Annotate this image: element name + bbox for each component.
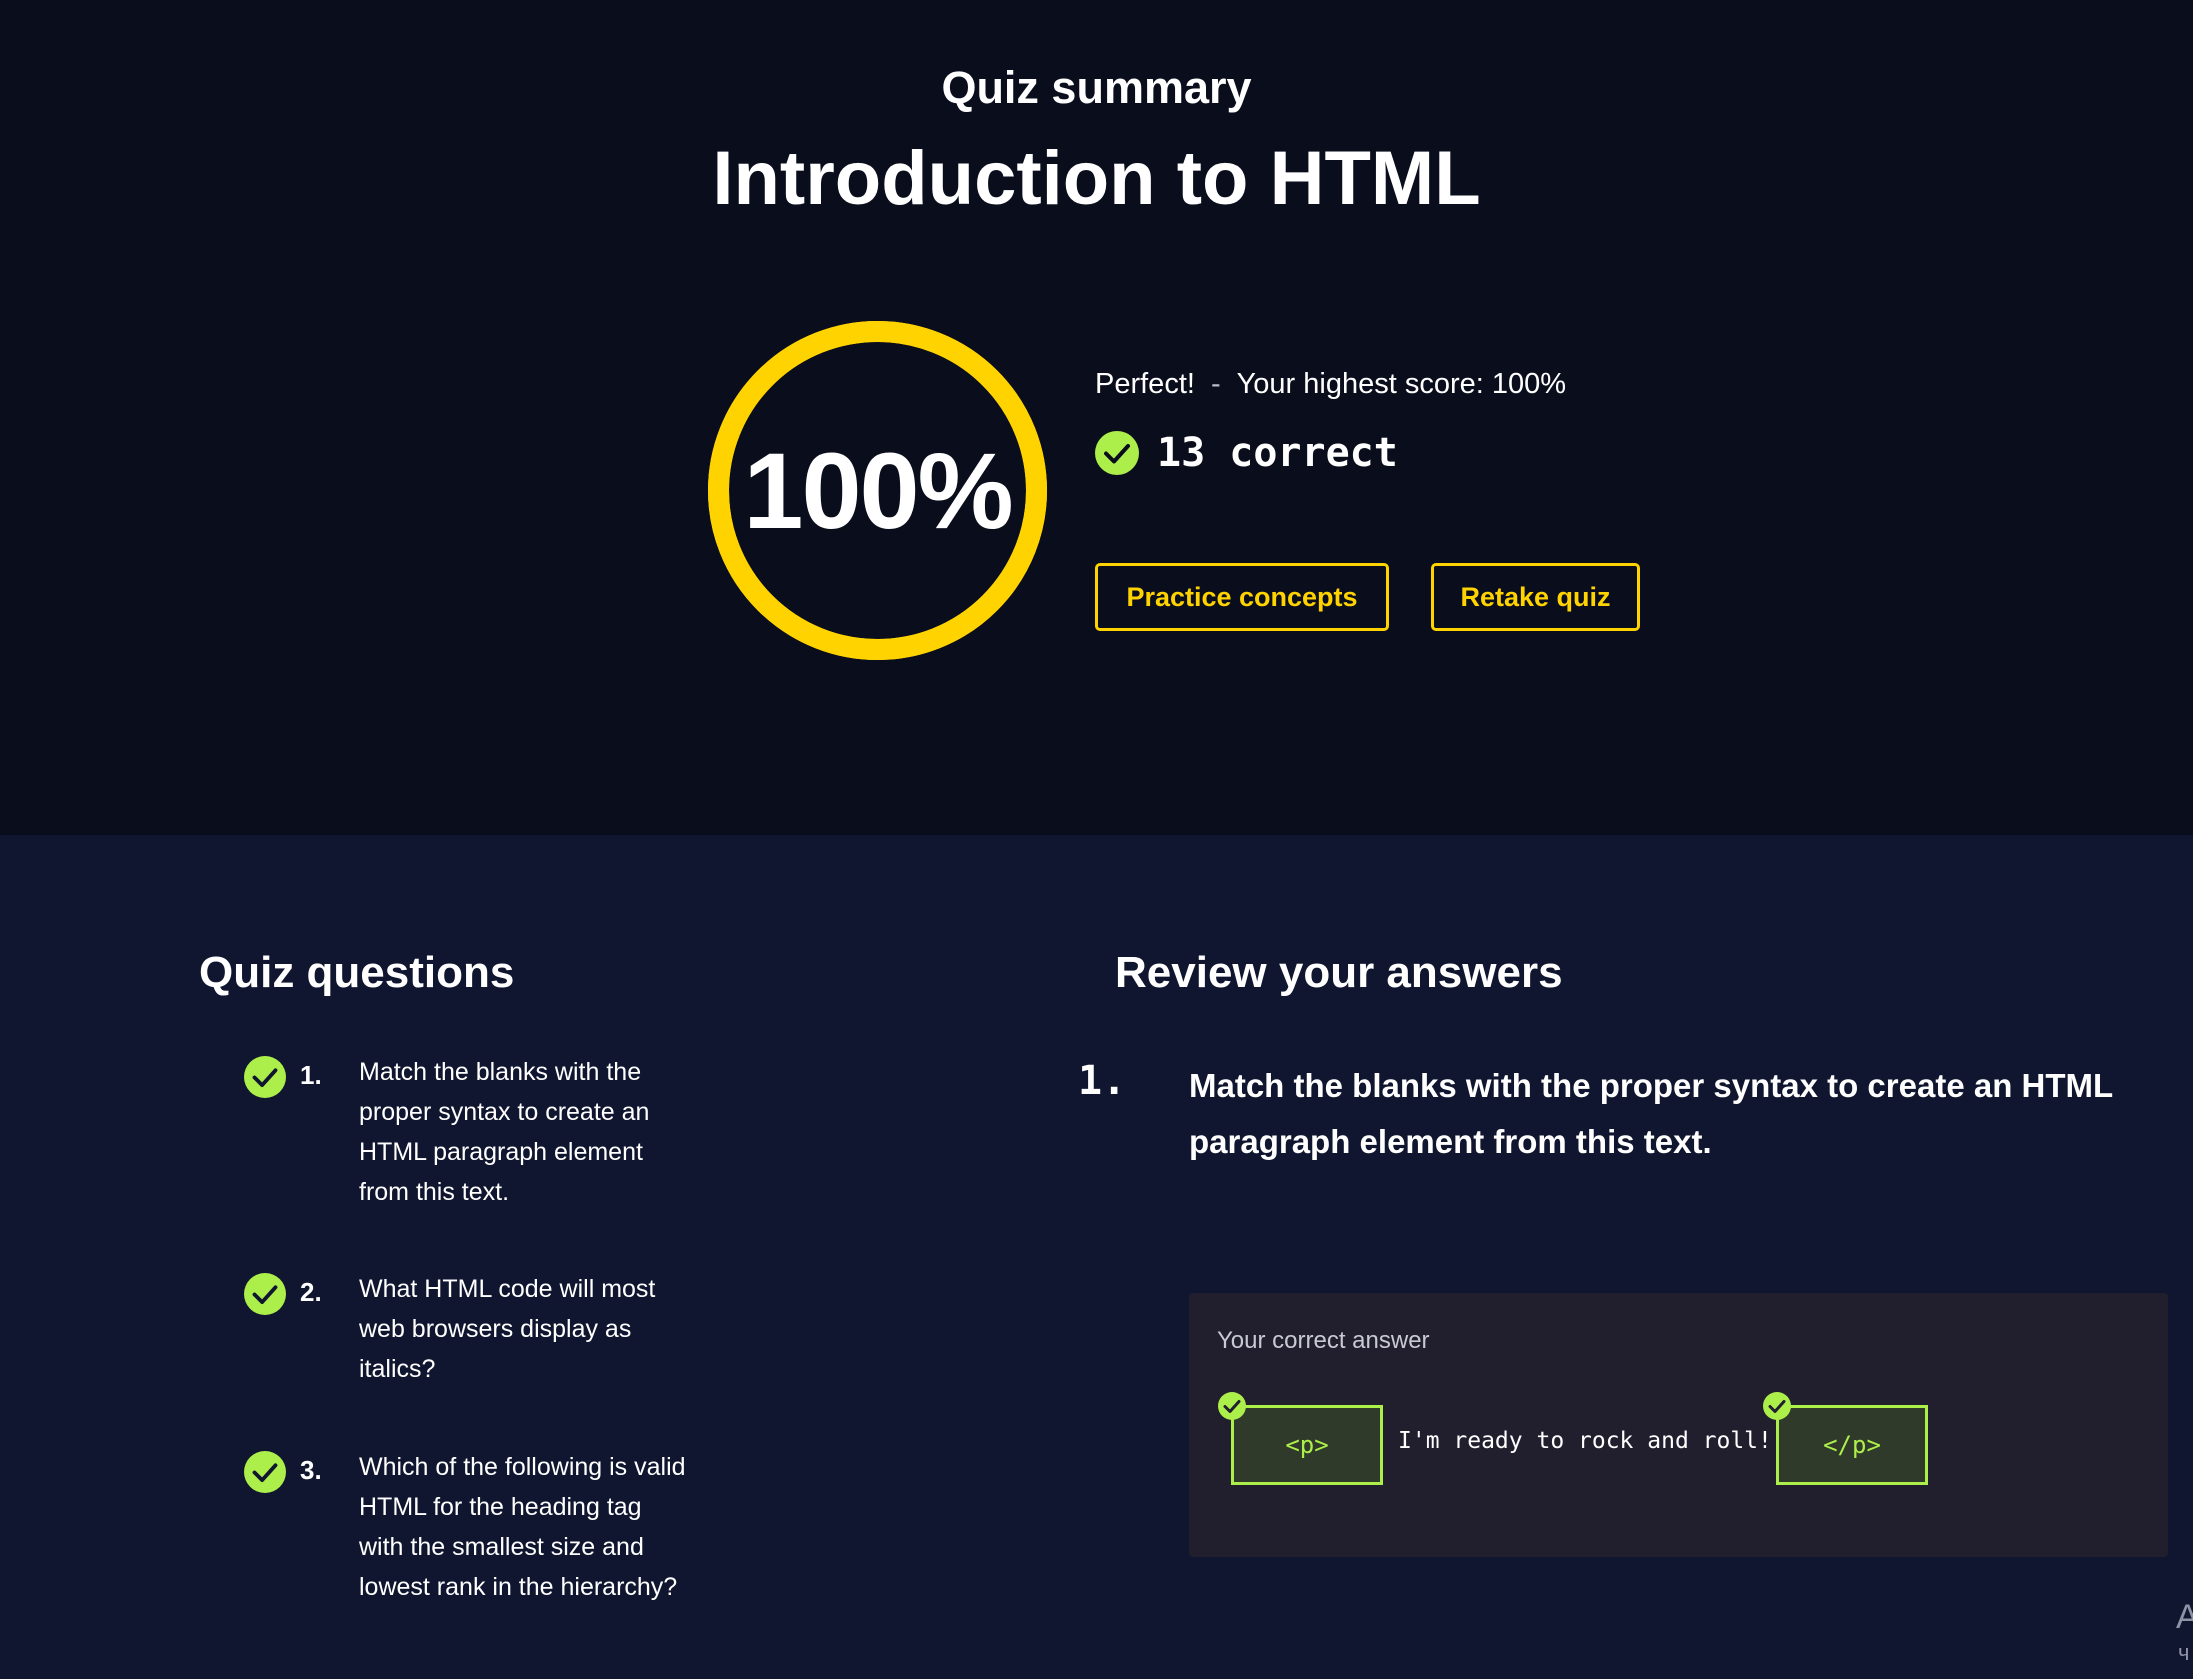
page-title: Introduction to HTML [712, 136, 1481, 221]
answer-panel: Your correct answer <p> I'm ready to roc… [1189, 1293, 2168, 1557]
score-status-line: Perfect! - Your highest score: 100% [1095, 368, 1566, 401]
score-percent: 100% [743, 430, 1013, 551]
review-answers-heading: Review your answers [1115, 948, 1563, 997]
correct-count: 13 correct [1095, 428, 1398, 478]
review-question-text: Match the blanks with the proper syntax … [1189, 1067, 2113, 1160]
check-circle-icon [244, 1056, 286, 1098]
check-circle-icon [1095, 431, 1139, 475]
question-number: 3. [300, 1455, 322, 1485]
practice-concepts-button[interactable]: Practice concepts [1095, 563, 1389, 631]
question-number: 1. [300, 1060, 322, 1090]
edge-text-a: A [2176, 1598, 2193, 1636]
edge-text-b: ч [2178, 1640, 2190, 1665]
page-subtitle: Quiz summary [941, 62, 1252, 113]
score-separator: - [1210, 368, 1221, 400]
score-status: Perfect! [1095, 368, 1195, 400]
check-circle-icon [244, 1273, 286, 1315]
check-circle-icon [1763, 1392, 1791, 1420]
answer-chip-close-tag: </p> [1776, 1405, 1928, 1485]
question-text: Match the blanks with the proper syntax … [359, 1058, 650, 1206]
highest-score: Your highest score: 100% [1236, 368, 1567, 400]
question-text: What HTML code will most web browsers di… [359, 1275, 656, 1383]
question-text: Which of the following is valid HTML for… [359, 1453, 686, 1601]
review-question-number: 1. [1078, 1058, 1127, 1104]
check-circle-icon [1218, 1392, 1246, 1420]
answer-text: I'm ready to rock and roll! [1398, 1428, 1772, 1454]
retake-quiz-button[interactable]: Retake quiz [1431, 563, 1640, 631]
answer-chip-open-tag: <p> [1231, 1405, 1383, 1485]
summary-header: Quiz summary Introduction to HTML 100% P… [0, 0, 2193, 835]
quiz-questions-heading: Quiz questions [199, 948, 515, 997]
check-circle-icon [244, 1451, 286, 1493]
question-number: 2. [300, 1277, 322, 1307]
correct-count-label: 13 correct [1157, 430, 1398, 476]
answer-label: Your correct answer [1217, 1327, 1430, 1354]
